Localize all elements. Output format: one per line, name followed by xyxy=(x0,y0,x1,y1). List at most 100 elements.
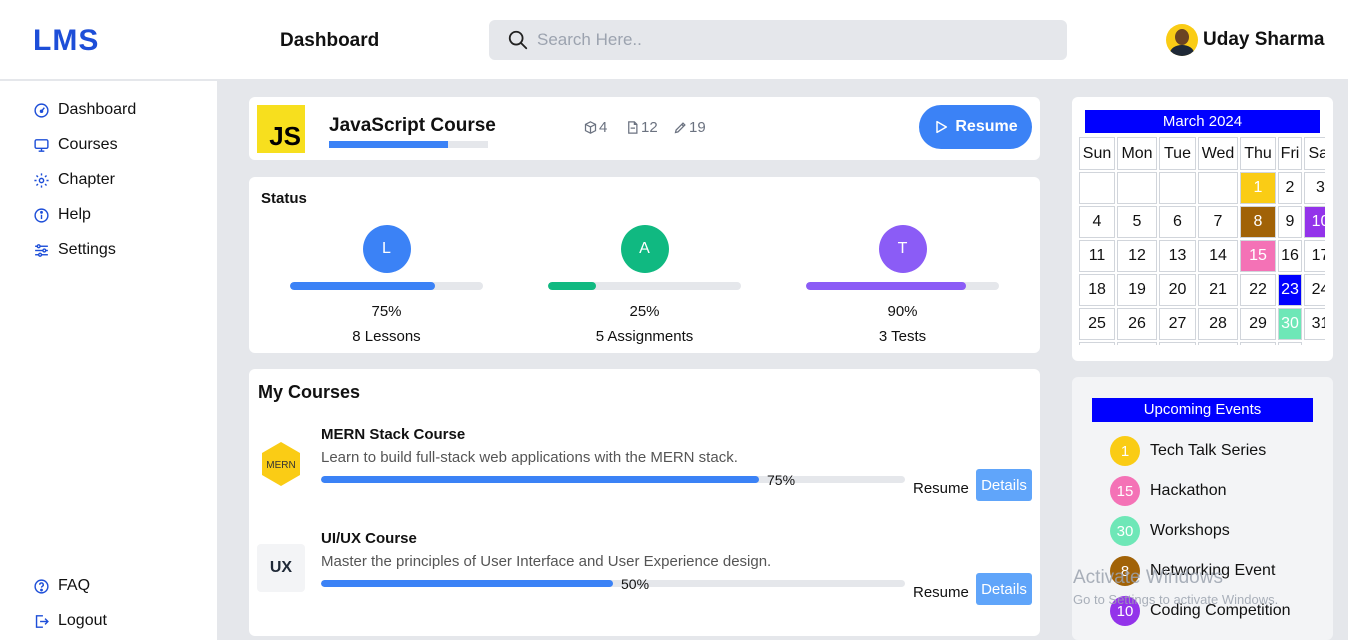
events-title: Upcoming Events xyxy=(1092,398,1313,422)
question-icon xyxy=(34,578,49,594)
calendar-weekday: Wed xyxy=(1198,137,1238,170)
info-icon xyxy=(34,207,49,223)
sidebar-item-faq[interactable]: FAQ xyxy=(33,574,90,598)
calendar-day[interactable]: 31 xyxy=(1304,308,1325,340)
calendar-day[interactable]: 20 xyxy=(1159,274,1196,306)
course-progress-bar xyxy=(321,580,905,587)
calendar-weekday: Mon xyxy=(1117,137,1157,170)
calendar-day[interactable]: 12 xyxy=(1117,240,1157,272)
calendar-day[interactable]: 5 xyxy=(1117,206,1157,238)
calendar-day[interactable]: 4 xyxy=(1079,206,1115,238)
status-label: 3 Tests xyxy=(878,328,927,345)
my-courses-title: My Courses xyxy=(258,382,361,402)
status-assignments: A 25% 5 Assignments xyxy=(548,225,741,345)
sidebar-item-logout[interactable]: Logout xyxy=(33,609,107,633)
calendar-day[interactable]: 8 xyxy=(1240,206,1276,238)
calendar-weekday: Tue xyxy=(1159,137,1196,170)
logout-icon xyxy=(35,614,49,628)
mern-logo: MERN xyxy=(262,442,300,486)
event-name: Workshops xyxy=(1150,522,1230,539)
search-bar xyxy=(489,20,1067,60)
course-name: JavaScript Course xyxy=(329,115,496,136)
event-day-badge: 1 xyxy=(1110,436,1140,466)
svg-text:MERN: MERN xyxy=(266,460,295,471)
course-description: Learn to build full-stack web applicatio… xyxy=(321,449,738,466)
calendar-day[interactable]: 24 xyxy=(1304,274,1325,306)
details-button[interactable]: Details xyxy=(976,469,1032,501)
calendar-day[interactable]: 14 xyxy=(1198,240,1238,272)
calendar-day[interactable]: 29 xyxy=(1240,308,1276,340)
sidebar-item-help[interactable]: Help xyxy=(33,203,91,227)
calendar-day[interactable]: 28 xyxy=(1198,308,1238,340)
calendar-day[interactable]: 10 xyxy=(1304,206,1325,238)
event-item[interactable]: 30 Workshops xyxy=(1110,516,1230,546)
calendar-day[interactable]: 16 xyxy=(1278,240,1302,272)
edit-icon xyxy=(674,122,686,134)
calendar-day[interactable]: 15 xyxy=(1240,240,1276,272)
status-lessons: L 75% 8 Lessons xyxy=(290,225,483,345)
calendar-day xyxy=(1240,342,1276,345)
calendar-day[interactable]: 17 xyxy=(1304,240,1325,272)
calendar-day[interactable]: 13 xyxy=(1159,240,1196,272)
calendar-day[interactable]: 6 xyxy=(1159,206,1196,238)
watermark-subtitle: Go to Settings to activate Windows. xyxy=(1073,592,1279,607)
sidebar-item-dashboard[interactable]: Dashboard xyxy=(33,98,136,122)
javascript-logo: JS xyxy=(257,105,305,153)
calendar-day[interactable]: 23 xyxy=(1278,274,1302,306)
gauge-icon xyxy=(34,102,49,118)
sidebar-item-courses[interactable]: Courses xyxy=(33,133,118,157)
status-circle: L xyxy=(362,225,411,273)
calendar-day[interactable]: 2 xyxy=(1278,172,1302,204)
calendar-day xyxy=(1159,172,1196,204)
status-percent: 90% xyxy=(887,303,918,320)
search-input[interactable] xyxy=(537,28,1037,52)
calendar-day xyxy=(1278,342,1302,345)
calendar-day[interactable]: 9 xyxy=(1278,206,1302,238)
event-item[interactable]: 15 Hackathon xyxy=(1110,476,1227,506)
sidebar: Dashboard Courses Chapter Help Settings … xyxy=(0,81,217,640)
sidebar-item-label: Settings xyxy=(58,241,116,258)
calendar-day[interactable]: 30 xyxy=(1278,308,1302,340)
course-progress-bar xyxy=(321,476,905,483)
calendar-day[interactable]: 26 xyxy=(1117,308,1157,340)
calendar-weekday: Sat xyxy=(1304,137,1325,170)
avatar[interactable] xyxy=(1166,24,1198,56)
resume-button[interactable]: Resume xyxy=(919,105,1032,149)
my-courses-card: My Courses MERN MERN Stack Course Learn … xyxy=(249,369,1040,636)
status-percent: 25% xyxy=(629,303,660,320)
resume-link[interactable]: Resume xyxy=(913,584,969,601)
sidebar-item-chapter[interactable]: Chapter xyxy=(33,168,115,192)
tests-stat: 19 xyxy=(673,119,706,136)
calendar-day[interactable]: 19 xyxy=(1117,274,1157,306)
user-profile[interactable]: Uday Sharma xyxy=(1166,24,1324,56)
calendar-day[interactable]: 22 xyxy=(1240,274,1276,306)
play-icon xyxy=(936,120,948,134)
course-row-mern: MERN MERN Stack Course Learn to build fu… xyxy=(249,426,1040,516)
event-item[interactable]: 1 Tech Talk Series xyxy=(1110,436,1266,466)
calendar-day[interactable]: 11 xyxy=(1079,240,1115,272)
calendar-day[interactable]: 25 xyxy=(1079,308,1115,340)
monitor-icon xyxy=(34,138,49,152)
app-logo[interactable]: LMS xyxy=(33,24,99,58)
gear-icon xyxy=(34,172,49,188)
status-circle: T xyxy=(878,225,927,273)
sliders-icon xyxy=(35,243,48,257)
ux-logo: UX xyxy=(257,544,305,592)
calendar-day[interactable]: 3 xyxy=(1304,172,1325,204)
sidebar-item-label: Logout xyxy=(58,612,107,629)
search-icon xyxy=(508,30,528,50)
calendar-day[interactable]: 27 xyxy=(1159,308,1196,340)
resume-link[interactable]: Resume xyxy=(913,480,969,497)
calendar-day[interactable]: 7 xyxy=(1198,206,1238,238)
calendar-day[interactable]: 21 xyxy=(1198,274,1238,306)
sidebar-item-label: Chapter xyxy=(58,171,115,188)
sidebar-item-label: Courses xyxy=(58,136,118,153)
calendar-weekday: Sun xyxy=(1079,137,1115,170)
calendar-weekday: Thu xyxy=(1240,137,1276,170)
calendar-day xyxy=(1198,172,1238,204)
calendar-day[interactable]: 1 xyxy=(1240,172,1276,204)
sidebar-item-label: Dashboard xyxy=(58,101,137,118)
sidebar-item-settings[interactable]: Settings xyxy=(33,238,116,262)
details-button[interactable]: Details xyxy=(976,573,1032,605)
calendar-day[interactable]: 18 xyxy=(1079,274,1115,306)
